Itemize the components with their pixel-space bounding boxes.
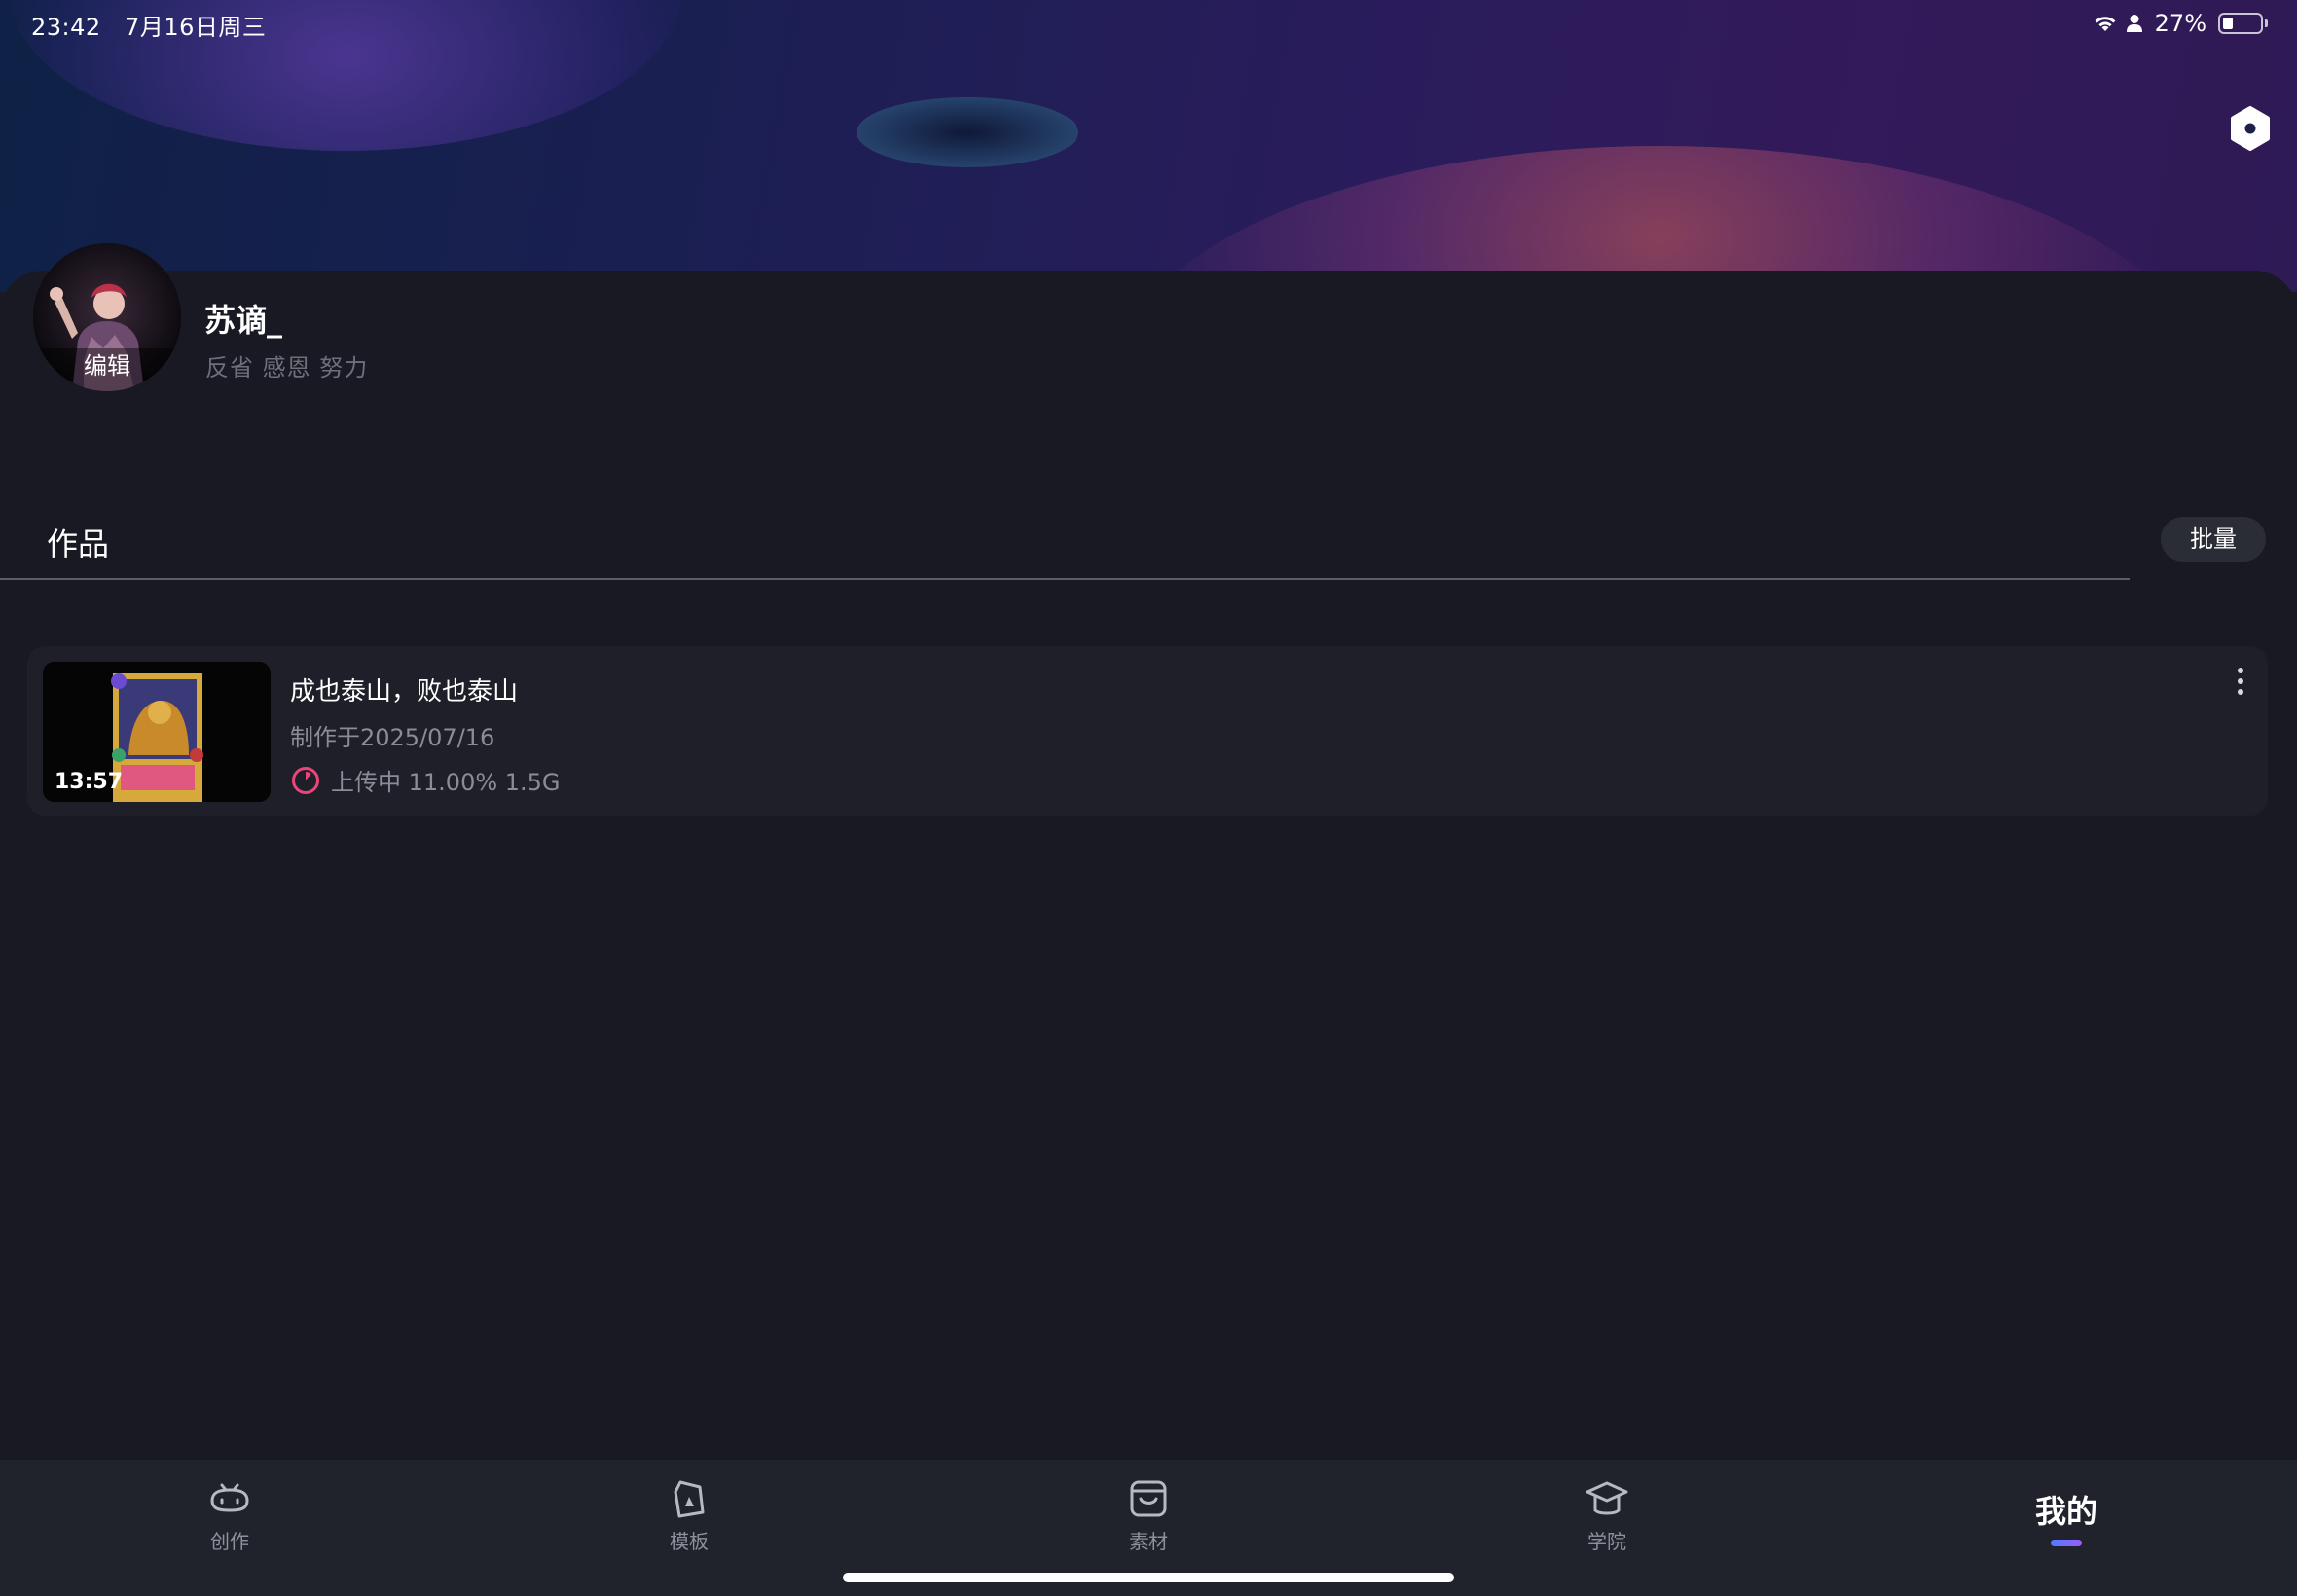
nav-item-create[interactable]: 创作 [162,1473,298,1561]
avatar-edit-label: 编辑 [33,348,181,391]
status-bar: 23:42 7月16日周三 27% [0,0,2297,47]
more-dot-icon [2238,689,2243,695]
nav-active-indicator [2051,1540,2082,1546]
more-dot-icon [2238,668,2243,673]
battery-cap [2265,19,2268,27]
nav-item-template[interactable]: 模板 [621,1473,757,1561]
battery-percent: 27% [2154,10,2206,37]
avatar[interactable]: 编辑 [33,243,181,391]
tab-works[interactable]: 作品 [47,520,109,564]
nav-label-academy: 学院 [1587,1530,1626,1553]
nav-label-create: 创作 [210,1530,249,1553]
work-date: 制作于2025/07/16 [290,724,495,751]
hexagon-settings-icon [2231,106,2270,151]
username: 苏谪_ [204,302,283,339]
store-material-icon [1130,1480,1167,1517]
upload-status-row: 上传中 11.00% 1.5G [290,763,561,797]
status-time: 23:42 7月16日周三 [31,14,267,41]
upload-status-text: 上传中 11.00% 1.5G [331,769,561,796]
nav-item-material[interactable]: 素材 [1080,1473,1217,1561]
wifi-icon [2095,17,2116,31]
nav-label-template: 模板 [670,1530,709,1553]
work-item-card[interactable]: 13:57 成也泰山，败也泰山 制作于2025/07/16 上传中 11.00%… [27,646,2268,816]
app-root: 23:42 7月16日周三 27% 编辑 苏谪_ 反省 感恩 努力 作品 批量 … [0,0,2297,1596]
battery-level-fill [2223,18,2233,29]
nav-item-academy[interactable]: 学院 [1539,1473,1675,1561]
content-panel [0,271,2297,1460]
home-indicator[interactable] [843,1573,1454,1582]
work-title: 成也泰山，败也泰山 [290,677,519,707]
batch-button[interactable]: 批量 [2161,517,2266,562]
nav-label-mine: 我的 [2034,1493,2097,1530]
upload-progress-ring-icon [292,766,319,794]
battery-icon [2218,13,2263,34]
graduation-cap-icon [1586,1481,1628,1515]
nav-item-mine[interactable]: 我的 [1998,1473,2134,1561]
user-bio: 反省 感恩 努力 [205,354,369,381]
more-dot-icon [2238,678,2243,684]
template-card-icon [674,1480,705,1518]
tab-divider [0,578,2130,580]
work-thumbnail[interactable]: 13:57 [43,662,271,802]
nav-label-material: 素材 [1129,1530,1168,1553]
work-duration: 13:57 [55,770,124,794]
more-options-button[interactable] [2229,668,2252,701]
settings-button[interactable] [2229,105,2272,152]
decorative-planet-small [857,97,1078,167]
status-icons: 27% [2093,10,2268,37]
person-icon [2126,15,2142,32]
tv-create-icon [210,1483,249,1512]
